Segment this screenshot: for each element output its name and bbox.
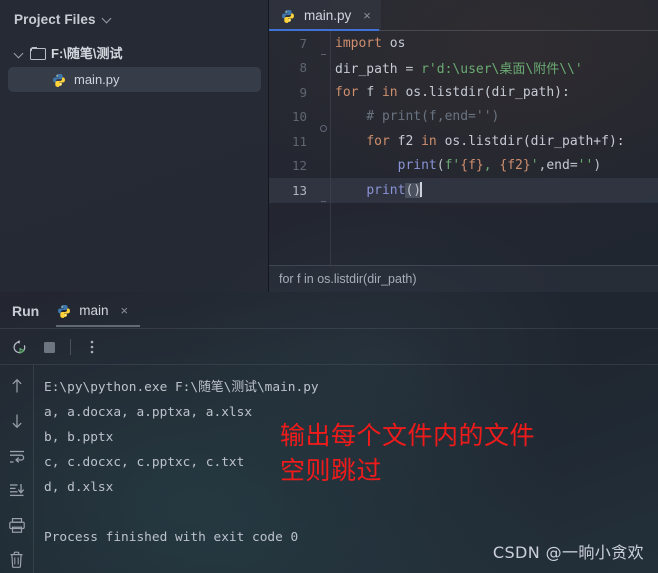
code-editor[interactable]: 7 import os 8 dir_path = r'd:\user\桌面\附件\\'… xyxy=(269,31,658,265)
arrow-up-icon[interactable] xyxy=(4,373,30,399)
editor-tab-main-py[interactable]: main.py × xyxy=(269,0,381,31)
editor-panel: main.py × 7 import os 8 dir_path = r'd:\use… xyxy=(269,0,658,292)
run-tab-label: main xyxy=(79,303,109,318)
code-text: print() xyxy=(366,182,422,199)
console-side-toolbar xyxy=(0,365,34,573)
chevron-down-icon[interactable] xyxy=(103,14,112,23)
tree-folder-row[interactable]: F:\随笔\测试 xyxy=(0,40,268,65)
code-line[interactable]: 8 dir_path = r'd:\user\桌面\附件\\' xyxy=(269,56,658,81)
code-text: dir_path = r'd:\user\桌面\附件\\' xyxy=(335,62,583,78)
more-options-button[interactable] xyxy=(77,332,107,362)
python-file-icon xyxy=(281,9,295,23)
printer-icon[interactable] xyxy=(4,512,30,538)
arrow-down-icon[interactable] xyxy=(4,408,30,434)
line-number: 8 xyxy=(299,60,307,76)
soft-wrap-icon[interactable] xyxy=(4,443,30,469)
file-tree: F:\随笔\测试 main.py xyxy=(0,40,268,92)
code-line[interactable]: 10 # print(f,end='') xyxy=(269,105,658,132)
line-number: 12 xyxy=(291,158,307,174)
console-line: d, d.xlsx xyxy=(44,480,114,495)
text-cursor xyxy=(420,182,422,198)
editor-tab-label: main.py xyxy=(304,8,352,23)
line-number: 10 xyxy=(291,109,307,125)
code-line[interactable]: 13 print() xyxy=(269,178,658,203)
run-panel: Run main × E:\py\python.exe F:\随笔\测试\mai… xyxy=(0,292,658,573)
line-number: 11 xyxy=(291,133,307,149)
run-tab-main[interactable]: main × xyxy=(53,292,132,329)
line-number: 13 xyxy=(291,182,307,198)
run-tabbar: Run main × xyxy=(0,292,658,329)
code-line[interactable]: 7 import os xyxy=(269,31,658,56)
console-line: E:\py\python.exe F:\随笔\测试\main.py xyxy=(44,380,319,395)
watermark: CSDN @一晌小贪欢 xyxy=(492,543,644,562)
code-line[interactable]: 11 for f2 in os.listdir(dir_path+f): xyxy=(269,129,658,154)
tree-file-label: main.py xyxy=(74,72,120,87)
close-icon[interactable]: × xyxy=(120,303,128,318)
python-file-icon xyxy=(52,73,66,87)
run-active-tab-indicator xyxy=(56,325,140,327)
run-toolbar xyxy=(0,329,658,365)
code-text: print(f'{f}, {f2}',end='') xyxy=(397,158,602,174)
code-text: import os xyxy=(335,35,406,51)
trash-icon[interactable] xyxy=(4,547,30,573)
code-line[interactable]: 12 print(f'{f}, {f2}',end='') xyxy=(269,154,658,179)
ide-window: Project Files F:\随笔\测试 main.py main.py ×… xyxy=(0,0,658,573)
code-text: for f in os.listdir(dir_path): xyxy=(335,84,570,100)
folder-icon xyxy=(30,46,46,60)
rerun-button[interactable] xyxy=(4,332,34,362)
toolbar-divider xyxy=(70,339,71,355)
breadcrumb[interactable]: for f in os.listdir(dir_path) xyxy=(269,265,658,292)
project-files-panel: Project Files F:\随笔\测试 main.py xyxy=(0,0,269,292)
code-text: # print(f,end='') xyxy=(335,109,500,125)
console-line: c, c.docxc, c.pptxc, c.txt xyxy=(44,455,245,470)
run-panel-title: Run xyxy=(12,302,40,319)
project-files-header[interactable]: Project Files xyxy=(0,0,268,30)
code-lines: 7 import os 8 dir_path = r'd:\user\桌面\附件\\'… xyxy=(269,31,658,203)
code-text: for f2 in os.listdir(dir_path+f): xyxy=(366,133,625,149)
line-number: 9 xyxy=(299,84,307,100)
tree-file-row-main-py[interactable]: main.py xyxy=(8,67,261,92)
scroll-to-end-icon[interactable] xyxy=(4,477,30,503)
editor-tabbar: main.py × xyxy=(269,0,658,31)
chevron-down-icon[interactable] xyxy=(14,48,24,58)
project-files-title: Project Files xyxy=(14,11,96,27)
console-line: b, b.pptx xyxy=(44,430,114,445)
console-line: a, a.docxa, a.pptxa, a.xlsx xyxy=(44,405,253,420)
breadcrumb-text: for f in os.listdir(dir_path) xyxy=(279,272,417,286)
tree-folder-label: F:\随笔\测试 xyxy=(51,46,123,61)
top-section: Project Files F:\随笔\测试 main.py main.py ×… xyxy=(0,0,658,292)
stop-button[interactable] xyxy=(34,332,64,362)
code-line[interactable]: 9 for f in os.listdir(dir_path): xyxy=(269,80,658,105)
python-file-icon xyxy=(57,304,71,318)
line-number: 7 xyxy=(299,35,307,51)
close-icon[interactable]: × xyxy=(363,9,371,22)
